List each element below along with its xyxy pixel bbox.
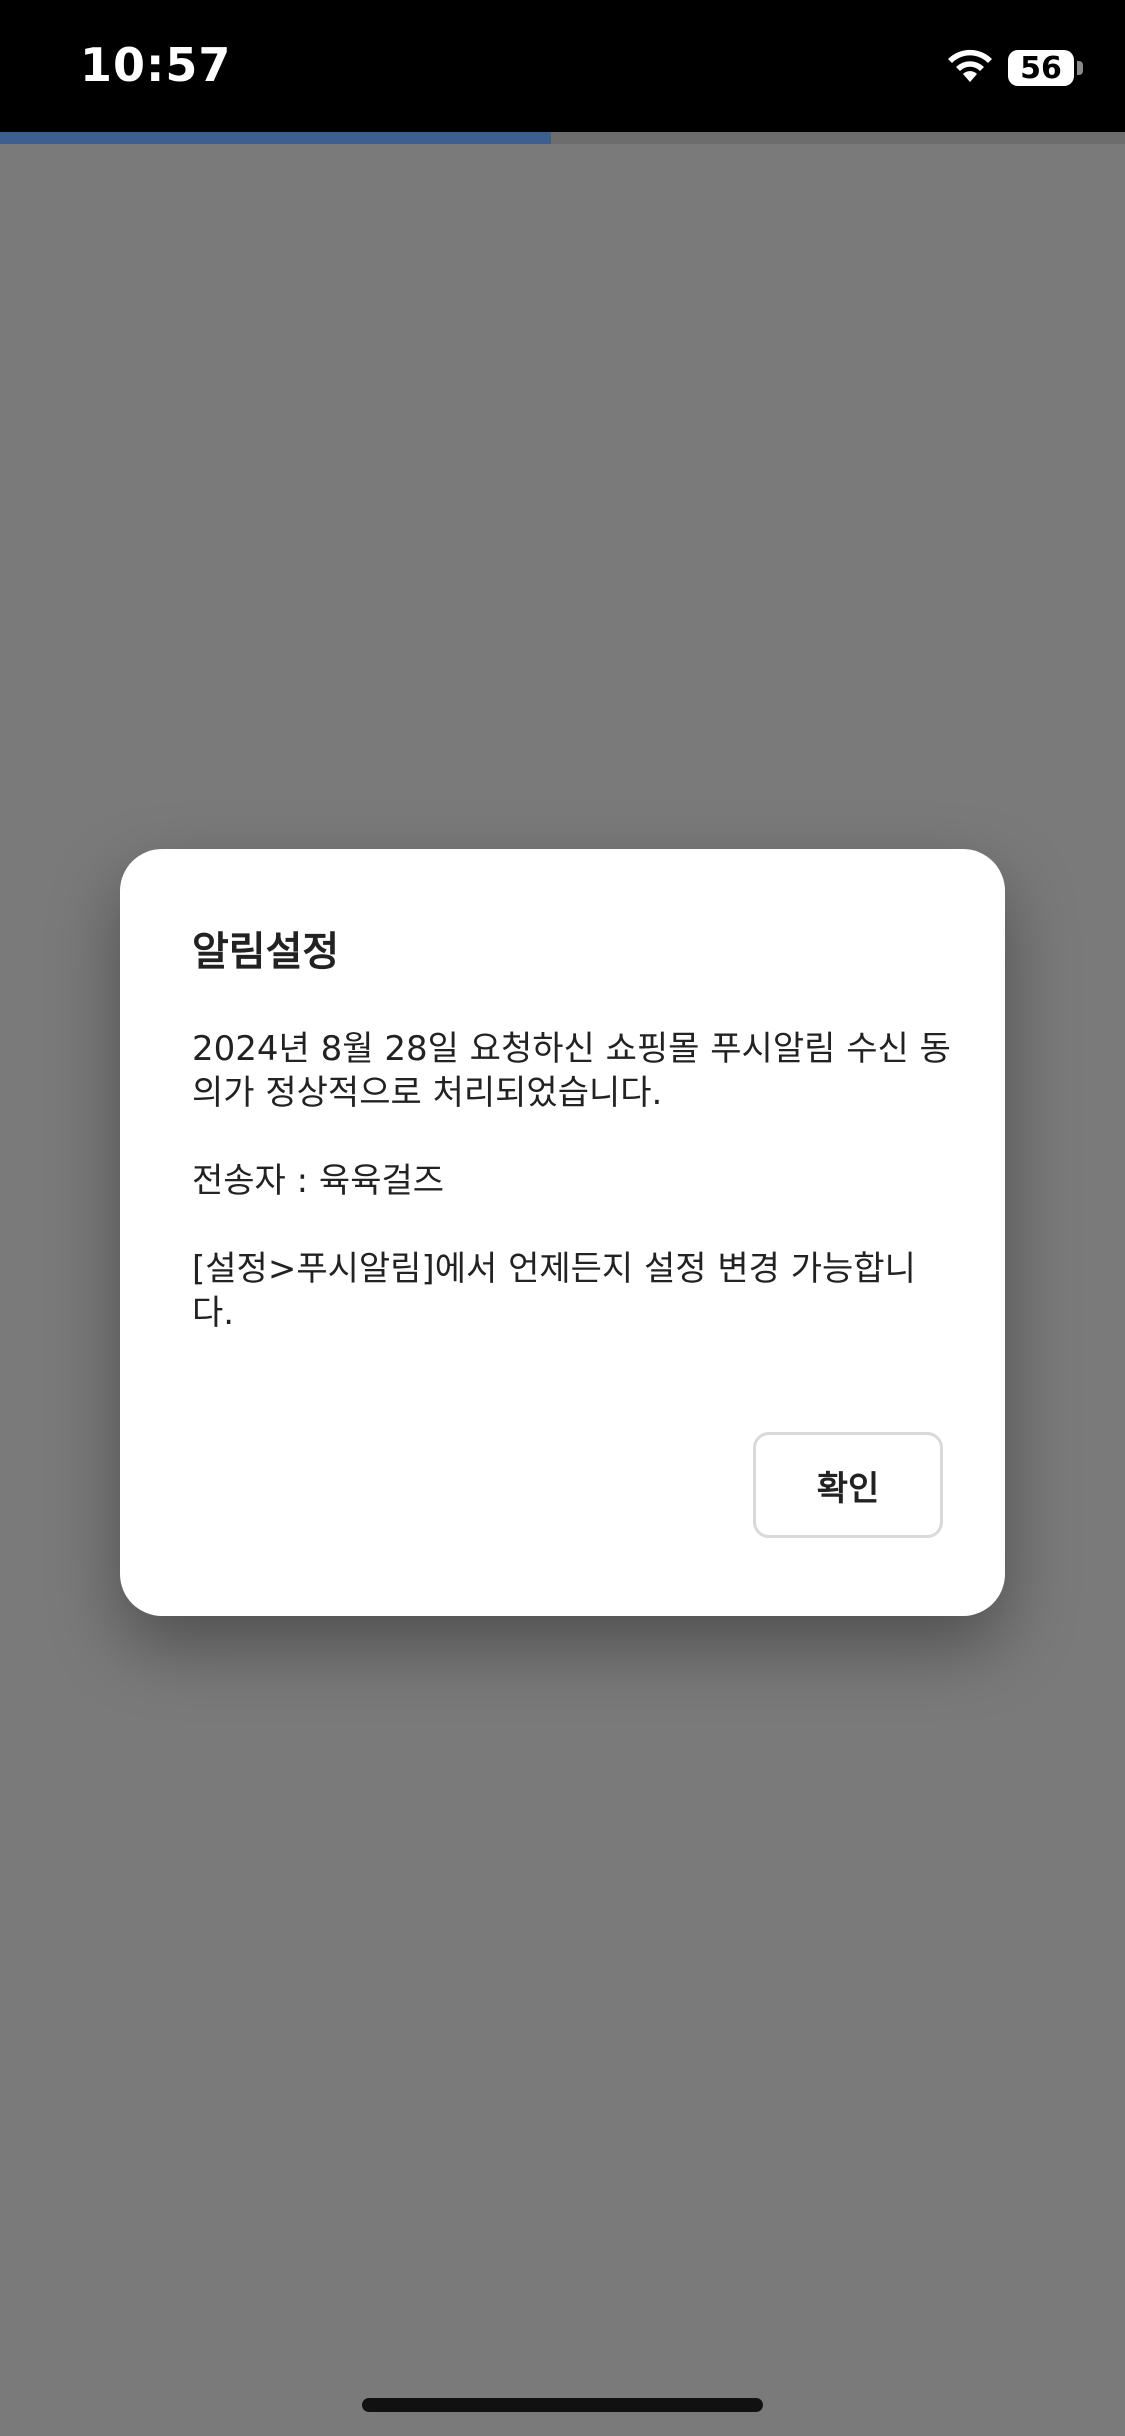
status-bar: 10:57 56 — [0, 0, 1125, 132]
loading-progress-fill — [0, 132, 552, 144]
status-time: 10:57 — [80, 38, 232, 92]
dialog-body: 2024년 8월 28일 요청하신 쇼핑몰 푸시알림 수신 동의가 정상적으로 … — [192, 1027, 952, 1379]
battery-icon: 56 — [1008, 50, 1074, 86]
home-indicator[interactable] — [362, 2398, 763, 2412]
dialog-message-settings-info: [설정>푸시알림]에서 언제든지 설정 변경 가능합니다. — [192, 1249, 916, 1333]
battery-cap — [1077, 61, 1083, 75]
battery-level: 56 — [1020, 50, 1062, 86]
app-screen: 10:57 56 알림설정 2024년 8월 28일 요청하신 쇼핑몰 푸시알림… — [0, 0, 1125, 2436]
dialog-message-consent: 2024년 8월 28일 요청하신 쇼핑몰 푸시알림 수신 동의가 정상적으로 … — [192, 1029, 951, 1113]
wifi-icon — [948, 49, 992, 82]
dialog-title: 알림설정 — [192, 929, 340, 975]
loading-progress-bar — [0, 132, 1125, 144]
notification-settings-dialog: 알림설정 2024년 8월 28일 요청하신 쇼핑몰 푸시알림 수신 동의가 정… — [120, 849, 1005, 1616]
confirm-button[interactable]: 확인 — [753, 1432, 943, 1538]
dialog-message-sender: 전송자 : 육육걸즈 — [192, 1161, 445, 1201]
